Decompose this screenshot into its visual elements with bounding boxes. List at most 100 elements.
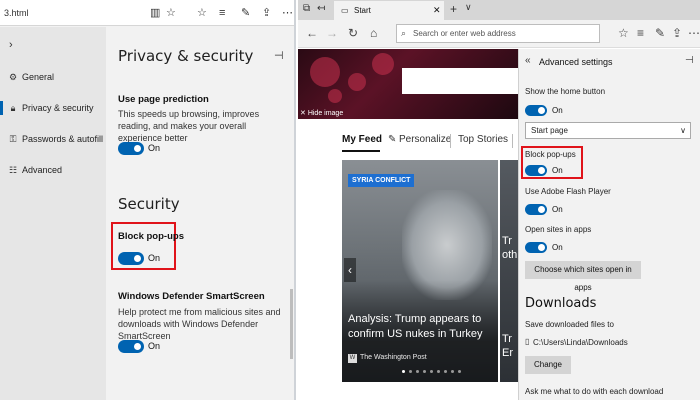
- block-popups-state: On: [148, 253, 161, 263]
- flash-toggle[interactable]: [525, 204, 547, 215]
- home-button-toggle[interactable]: [525, 105, 547, 116]
- tab-personalize[interactable]: Personalize: [399, 134, 451, 145]
- address-url[interactable]: 3.html: [4, 8, 29, 18]
- address-bar: 3.html ▥ ☆ ☆ ≡ ✎ ⇪ ⋯: [0, 0, 294, 26]
- nav-passwords-autofill[interactable]: ⚿ Passwords & autofill: [0, 128, 106, 150]
- carousel-dot[interactable]: [423, 370, 426, 373]
- carousel-dot[interactable]: [430, 370, 433, 373]
- folder-icon: ▯: [525, 337, 530, 346]
- advanced-settings-pane: « Advanced settings ⊣ Show the home butt…: [518, 49, 700, 400]
- more-icon[interactable]: ⋯: [688, 26, 700, 40]
- chevron-down-icon: ∨: [680, 126, 686, 135]
- tab-my-feed[interactable]: My Feed: [342, 134, 382, 145]
- open-in-apps-toggle[interactable]: [525, 242, 547, 253]
- nav-privacy-security[interactable]: 🔒︎ Privacy & security: [0, 97, 106, 119]
- search-icon: ⌕: [401, 28, 407, 38]
- publisher-logo-icon: W: [348, 354, 357, 363]
- smartscreen-title: Windows Defender SmartScreen: [118, 291, 265, 302]
- carousel-dot[interactable]: [458, 370, 461, 373]
- news-headline[interactable]: Analysis: Trump appears to confirm US nu…: [348, 312, 498, 342]
- omnibox-placeholder: Search or enter web address: [413, 29, 516, 38]
- back-arrow-icon[interactable]: ←: [306, 26, 318, 40]
- share-icon[interactable]: ⇪: [672, 26, 682, 40]
- smartscreen-state: On: [148, 341, 161, 351]
- notes-pen-icon[interactable]: ✎: [655, 26, 665, 40]
- flash-state: On: [552, 205, 563, 214]
- peek-headline: Tr oth: [502, 235, 518, 261]
- divider: [512, 134, 513, 148]
- pin-icon[interactable]: ⊣: [274, 49, 284, 62]
- pin-icon[interactable]: ⊣: [685, 55, 694, 66]
- omnibox[interactable]: ⌕ Search or enter web address: [396, 24, 600, 43]
- reading-list-icon[interactable]: ≡: [637, 26, 644, 40]
- right-browser-window: ⧉ ↤ ▭ Start ✕ + ∨ ← → ↻ ⌂ ⌕ Search or en…: [298, 0, 700, 400]
- hero-image: ✕ Hide image: [298, 49, 518, 119]
- save-path: C:\Users\Linda\Downloads: [533, 338, 628, 347]
- refresh-icon[interactable]: ↻: [348, 26, 358, 40]
- choose-apps-button[interactable]: Choose which sites open in apps: [525, 261, 641, 292]
- home-button-label: Show the home button: [525, 87, 606, 96]
- favorites-hub-icon[interactable]: ☆: [197, 6, 207, 20]
- news-card-peek[interactable]: Tr oth Tr Er: [500, 160, 520, 382]
- news-card[interactable]: SYRIA CONFLICT ‹ Analysis: Trump appears…: [342, 160, 498, 382]
- page-prediction-toggle[interactable]: [118, 142, 144, 155]
- reading-list-icon[interactable]: ≡: [219, 6, 225, 20]
- more-icon[interactable]: ⋯: [282, 6, 293, 20]
- reading-view-icon[interactable]: ▥: [150, 6, 160, 20]
- flower-decoration: [310, 57, 340, 87]
- carousel-dot[interactable]: [409, 370, 412, 373]
- tab-preview-icon[interactable]: ⧉: [303, 3, 310, 14]
- favorite-star-icon[interactable]: ☆: [166, 6, 176, 20]
- block-popups-toggle[interactable]: [525, 165, 547, 176]
- nav-advanced[interactable]: ☷ Advanced: [0, 159, 106, 181]
- hide-image-link[interactable]: ✕ Hide image: [300, 109, 343, 117]
- active-tab-underline: [342, 150, 380, 152]
- block-popups-toggle[interactable]: [118, 252, 144, 265]
- expand-chevron-icon[interactable]: ›: [9, 39, 13, 51]
- favorites-icon[interactable]: ☆: [618, 26, 629, 40]
- tab-start[interactable]: ▭ Start ✕: [334, 1, 444, 20]
- flower-decoration: [372, 53, 394, 75]
- nav-privacy-label: Privacy & security: [22, 103, 94, 113]
- gear-icon: ⚙: [8, 72, 18, 82]
- carousel-dot[interactable]: [444, 370, 447, 373]
- home-page-select[interactable]: Start page ∨: [525, 122, 691, 139]
- change-button[interactable]: Change: [525, 356, 571, 374]
- home-select-value: Start page: [531, 126, 568, 135]
- back-chevron-icon[interactable]: «: [525, 55, 531, 66]
- open-in-apps-label: Open sites in apps: [525, 225, 592, 234]
- nav-general[interactable]: ⚙ General: [0, 66, 106, 88]
- carousel-dot[interactable]: [451, 370, 454, 373]
- settings-nav: › ⚙ General 🔒︎ Privacy & security ⚿ Pass…: [0, 27, 106, 400]
- advanced-title: Advanced settings: [539, 57, 613, 67]
- smartscreen-desc: Help protect me from malicious sites and…: [118, 307, 281, 341]
- nav-passwords-label: Passwords & autofill: [22, 134, 104, 144]
- share-icon[interactable]: ⇪: [262, 6, 271, 20]
- nav-general-label: General: [22, 72, 55, 82]
- downloads-heading: Downloads: [525, 296, 597, 311]
- peek-headline: Tr Er: [502, 333, 513, 359]
- home-icon[interactable]: ⌂: [370, 26, 377, 40]
- carousel-dot[interactable]: [416, 370, 419, 373]
- nav-advanced-label: Advanced: [22, 165, 63, 175]
- browser-toolbar: ← → ↻ ⌂ ⌕ Search or enter web address ☆ …: [298, 20, 700, 48]
- flash-label: Use Adobe Flash Player: [525, 187, 611, 196]
- carousel-dot[interactable]: [402, 370, 405, 373]
- set-aside-tabs-icon[interactable]: ↤: [317, 3, 325, 14]
- settings-content: ⊣ Privacy & security Use page prediction…: [106, 27, 294, 400]
- page-prediction-state: On: [148, 143, 161, 153]
- hero-search-box[interactable]: [402, 68, 518, 94]
- page-icon: ▭: [341, 6, 349, 15]
- smartscreen-toggle[interactable]: [118, 340, 144, 353]
- scrollbar[interactable]: [290, 289, 293, 359]
- carousel-dot[interactable]: [437, 370, 440, 373]
- forward-arrow-icon[interactable]: →: [326, 26, 338, 40]
- page-prediction-title: Use page prediction: [118, 94, 209, 105]
- prev-arrow-icon[interactable]: ‹: [344, 258, 356, 282]
- notes-pen-icon[interactable]: ✎: [241, 6, 250, 20]
- tab-list-chevron-icon[interactable]: ∨: [465, 2, 472, 13]
- close-tab-icon[interactable]: ✕: [433, 1, 441, 20]
- tab-top-stories[interactable]: Top Stories: [458, 134, 508, 145]
- carousel-dots[interactable]: [402, 370, 496, 374]
- new-tab-icon[interactable]: +: [450, 2, 457, 16]
